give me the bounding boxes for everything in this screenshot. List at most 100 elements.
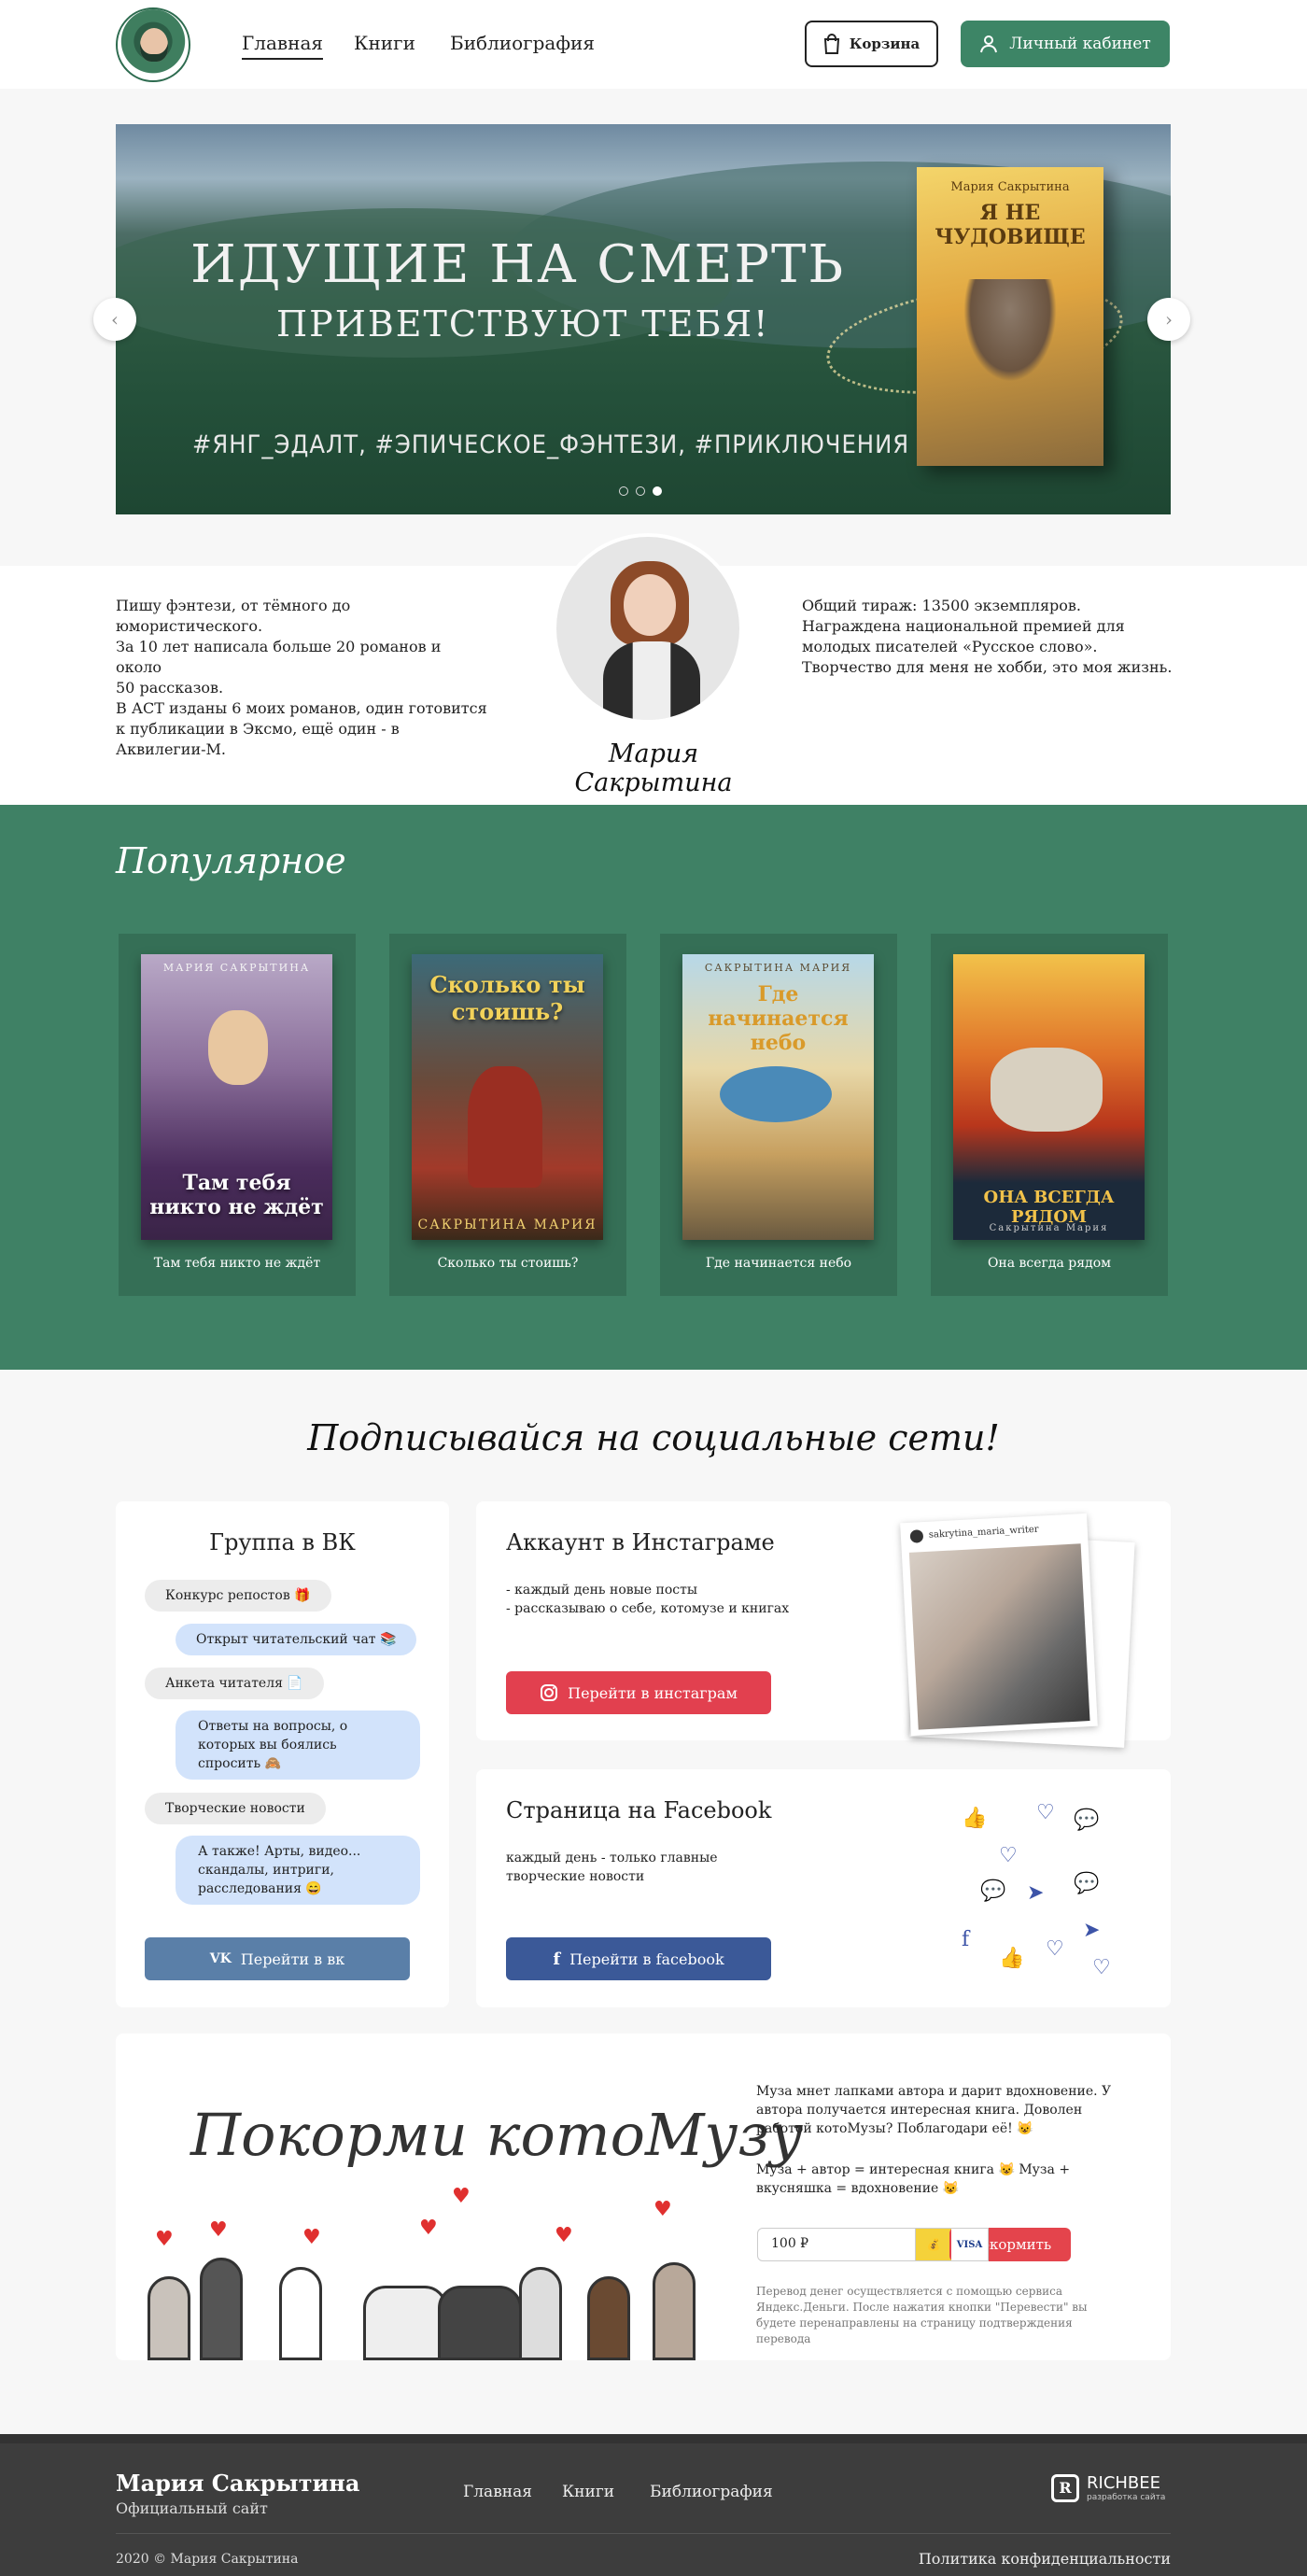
facebook-icon: f	[553, 1949, 561, 1969]
heart-icon: ♥	[555, 2224, 573, 2247]
instagram-button[interactable]: Перейти в инстаграм	[506, 1671, 771, 1714]
about-right-text: Общий тираж: 13500 экземпляров. Награжде…	[802, 597, 1173, 676]
cart-label: Корзина	[849, 35, 921, 52]
slider-next-button[interactable]: ›	[1147, 298, 1190, 341]
cover-dragon	[720, 1066, 832, 1122]
footer-subtitle: Официальный сайт	[116, 2499, 268, 2517]
thumbs-up-icon: 👍	[999, 1947, 1025, 1970]
book-title[interactable]: Где начинается небо	[660, 1256, 897, 1271]
hero-subtitle: ПРИВЕТСТВУЮТ ТЕБЯ!	[276, 303, 770, 345]
hero-slider[interactable]: ИДУЩИЕ НА СМЕРТЬ ПРИВЕТСТВУЮТ ТЕБЯ! #ЯНГ…	[116, 124, 1171, 514]
send-doodle-icon: ➤	[1027, 1881, 1045, 1905]
book-cover[interactable]: САКРЫТИНА МАРИЯ Где начинается небо	[682, 954, 874, 1240]
vk-chat-bubble: А также! Арты, видео... скандалы, интриг…	[176, 1836, 420, 1905]
footer-nav-books[interactable]: Книги	[562, 2483, 614, 2501]
site-header: Главная Книги Библиография Корзина Личны…	[0, 0, 1307, 89]
instagram-card: Аккаунт в Инстаграме - каждый день новые…	[476, 1501, 1171, 1748]
cover-unicorn	[991, 1048, 1103, 1132]
book-card[interactable]: САКРЫТИНА МАРИЯ Где начинается небо Где …	[660, 934, 897, 1296]
footer-nav-home[interactable]: Главная	[463, 2483, 532, 2501]
popular-title: Популярное	[116, 840, 346, 881]
heart-icon: ♥	[302, 2226, 321, 2249]
cover-title: Где начинается небо	[708, 982, 849, 1055]
instagram-button-label: Перейти в инстаграм	[568, 1683, 738, 1702]
vk-icon: VK	[209, 1951, 232, 1966]
facebook-button[interactable]: f Перейти в facebook	[506, 1937, 771, 1980]
cover-title: Сколько ты стоишь?	[429, 971, 585, 1025]
logo[interactable]	[116, 7, 190, 82]
cat-paw	[587, 2276, 630, 2360]
vk-button[interactable]: VK Перейти в вк	[145, 1937, 410, 1980]
instagram-photo: sakrytina_maria_writer	[900, 1513, 1098, 1737]
cabinet-button[interactable]: Личный кабинет	[961, 21, 1170, 67]
heart-icon: ♥	[452, 2185, 471, 2208]
instagram-photo-image	[908, 1543, 1090, 1730]
user-icon	[980, 35, 998, 53]
book-cover[interactable]: ОНА ВСЕГДА РЯДОМ Сакрытина Мария	[953, 954, 1145, 1240]
yandex-money-icon[interactable]: 💰	[915, 2228, 952, 2261]
instagram-text: - каждый день новые посты - рассказываю …	[506, 1583, 790, 1616]
facebook-button-label: Перейти в facebook	[569, 1950, 724, 1968]
photo-body	[603, 641, 700, 720]
nav-books[interactable]: Книги	[354, 32, 415, 54]
photo-face	[624, 574, 676, 636]
nav-bibliography[interactable]: Библиография	[450, 32, 595, 54]
facebook-text: каждый день - только главные творческие …	[506, 1851, 718, 1884]
footer-divider	[116, 2533, 1171, 2534]
book-cover[interactable]: МАРИЯ САКРЫТИНА Там тебя никто не ждёт	[141, 954, 332, 1240]
heart-icon: ♥	[155, 2228, 174, 2251]
book-cover[interactable]: Сколько ты стоишь? САКРЫТИНА МАРИЯ	[412, 954, 603, 1240]
developer-logo[interactable]: R RICHBEE разработка сайта	[1051, 2473, 1165, 2502]
book-title[interactable]: Там тебя никто не ждёт	[119, 1256, 356, 1271]
slider-dot[interactable]	[636, 486, 645, 496]
cat-paw	[519, 2267, 562, 2360]
book-card[interactable]: МАРИЯ САКРЫТИНА Там тебя никто не ждёт Т…	[119, 934, 356, 1296]
cabinet-label: Личный кабинет	[1009, 35, 1151, 53]
heart-doodle-icon: ♡	[1092, 1956, 1111, 1979]
hero-book-angel	[963, 279, 1057, 382]
cover-author: Сакрытина Мария	[989, 1223, 1109, 1233]
facebook-card: Страница на Facebook каждый день - тольк…	[476, 1769, 1171, 2007]
chat-doodle-icon: 💬	[1074, 1809, 1100, 1832]
author-signature: Мария Сакрытина	[574, 739, 733, 797]
cover-figure	[468, 1066, 542, 1188]
vk-card: Группа в ВК Конкурс репостов 🎁 Открыт чи…	[116, 1501, 449, 2007]
amount-input[interactable]: 100 ₽	[757, 2228, 916, 2261]
book-title[interactable]: Сколько ты стоишь?	[389, 1256, 626, 1271]
cover-author: САКРЫТИНА МАРИЯ	[704, 962, 852, 974]
developer-sub: разработка сайта	[1087, 2493, 1166, 2502]
richbee-icon: R	[1051, 2473, 1079, 2502]
footer-nav-bibliography[interactable]: Библиография	[650, 2483, 773, 2501]
chevron-right-icon: ›	[1165, 308, 1173, 331]
cover-author: МАРИЯ САКРЫТИНА	[162, 962, 311, 974]
chat-doodle-icon: 💬	[980, 1879, 1006, 1903]
privacy-policy-link[interactable]: Политика конфиденциальности	[919, 2550, 1171, 2568]
footer-copyright: 2020 © Мария Сакрытина	[116, 2552, 299, 2567]
facebook-title: Страница на Facebook	[506, 1797, 772, 1823]
cover-author: САКРЫТИНА МАРИЯ	[417, 1218, 597, 1232]
cat-paw	[279, 2267, 322, 2360]
developer-brand: RICHBEE	[1087, 2473, 1161, 2493]
nav-home[interactable]: Главная	[242, 32, 324, 60]
slider-dot-active[interactable]	[653, 486, 662, 496]
vk-chat-bubble: Анкета читателя 📄	[145, 1668, 324, 1699]
book-card[interactable]: ОНА ВСЕГДА РЯДОМ Сакрытина Мария Она все…	[931, 934, 1168, 1296]
slider-prev-button[interactable]: ‹	[93, 298, 136, 341]
payment-note: Перевод денег осуществляется с помощью с…	[756, 2285, 1088, 2345]
book-title[interactable]: Она всегда рядом	[931, 1256, 1168, 1271]
vk-chat-bubble: Ответы на вопросы, о которых вы боялись …	[176, 1710, 420, 1780]
hero-book-title: Я НЕ ЧУДОВИЩЕ	[935, 201, 1086, 249]
cat-paw	[363, 2286, 447, 2360]
slider-dot[interactable]	[619, 486, 628, 496]
about-section: Пишу фэнтези, от тёмного до юмористическ…	[0, 533, 1307, 805]
cat-paw	[148, 2276, 190, 2360]
social-title: Подписывайся на социальные сети!	[307, 1417, 1000, 1458]
hero-book-cover[interactable]: Мария Сакрытина Я НЕ ЧУДОВИЩЕ	[917, 167, 1103, 466]
book-card[interactable]: Сколько ты стоишь? САКРЫТИНА МАРИЯ Сколь…	[389, 934, 626, 1296]
kotomuza-card: Покорми котоМузу ♥ ♥ ♥ ♥ ♥ ♥ ♥ Муза мнет…	[116, 2034, 1171, 2360]
hero-title: ИДУЩИЕ НА СМЕРТЬ	[190, 234, 846, 295]
vk-chat-bubble: Конкурс репостов 🎁	[145, 1580, 331, 1612]
card-pay-icon[interactable]: VISA	[951, 2228, 989, 2261]
cover-title: ОНА ВСЕГДА РЯДОМ	[983, 1188, 1115, 1227]
cart-button[interactable]: Корзина	[805, 21, 938, 67]
